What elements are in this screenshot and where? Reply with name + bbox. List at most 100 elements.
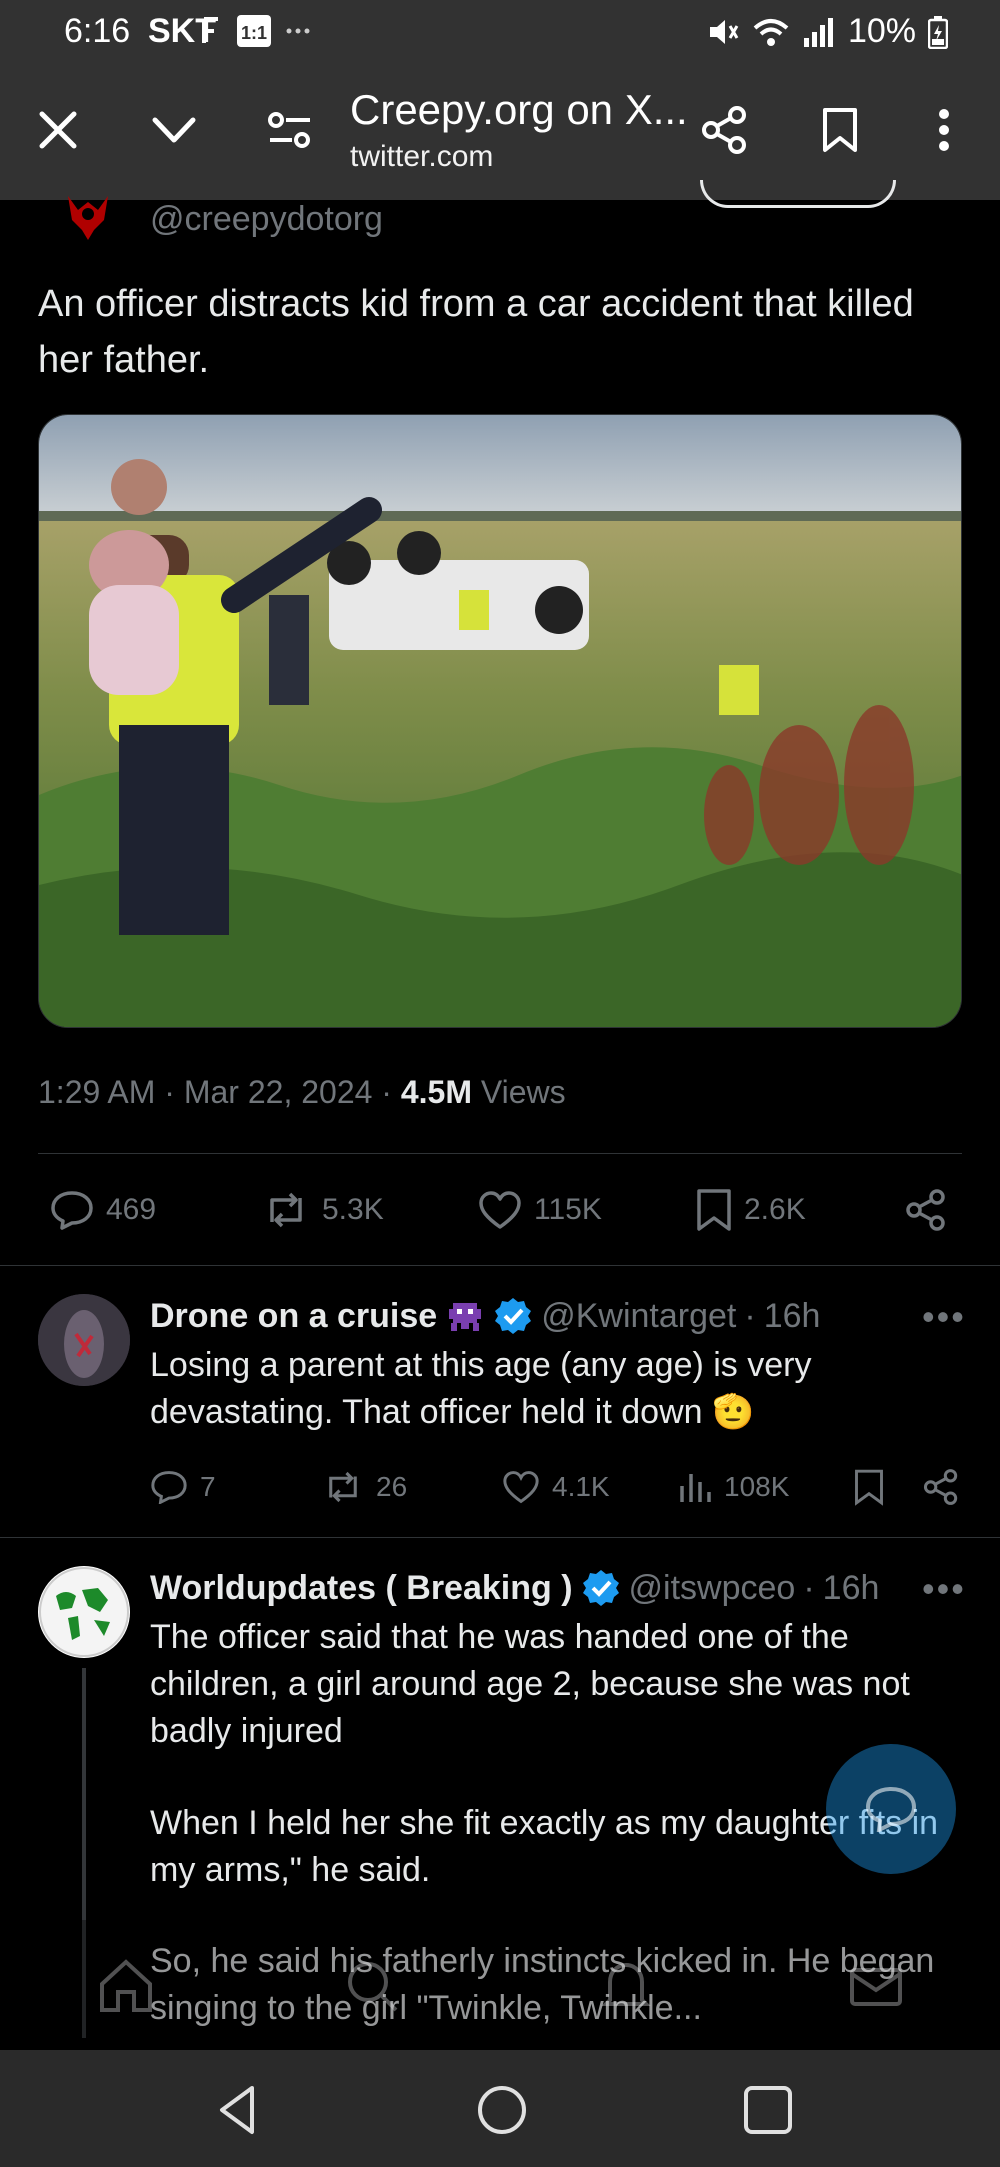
reply-age[interactable]: 16h xyxy=(764,1297,821,1336)
globe-avatar-icon xyxy=(39,1567,129,1657)
share-icon xyxy=(923,1469,958,1505)
close-icon xyxy=(39,111,77,149)
alien-emoji-icon xyxy=(449,1303,482,1331)
reply-author-name[interactable]: Worldupdates ( Breaking ) xyxy=(150,1569,573,1608)
messages-icon[interactable] xyxy=(846,1956,906,2016)
reply-actions: 7 26 4.1K 108K xyxy=(0,1462,1000,1512)
tweet-photo[interactable] xyxy=(38,414,962,1028)
reply-icon xyxy=(151,1471,187,1504)
divider xyxy=(0,1537,1000,1538)
bookmark-icon xyxy=(855,1469,883,1506)
minimize-button[interactable] xyxy=(142,98,206,162)
status-bar: 6:16 SKT 1:1 10% xyxy=(0,0,1000,64)
repost-count: 5.3K xyxy=(322,1193,384,1226)
creepy-logo-icon xyxy=(68,196,108,240)
wifi-icon xyxy=(753,18,789,46)
tweet-actions: 469 5.3K 115K 2.6K xyxy=(0,1180,1000,1240)
divider xyxy=(38,1153,962,1154)
verified-badge-icon xyxy=(582,1570,619,1606)
system-navigation-bar xyxy=(0,2050,1000,2167)
reply-author-handle[interactable]: @itswpceo xyxy=(629,1569,796,1608)
like-count: 115K xyxy=(534,1193,602,1226)
share-icon xyxy=(702,106,746,154)
bookmark-button[interactable]: 2.6K xyxy=(696,1188,806,1232)
repost-button[interactable]: 5.3K xyxy=(262,1192,384,1228)
page-domain: twitter.com xyxy=(350,140,494,173)
reply-author-name[interactable]: Drone on a cruise xyxy=(150,1297,437,1336)
more-vertical-icon xyxy=(939,109,949,151)
app-notification-icon: 1:1 xyxy=(237,15,271,47)
share-icon xyxy=(906,1189,945,1231)
chat-bubble-icon xyxy=(865,1786,917,1832)
reply-age[interactable]: 16h xyxy=(823,1569,880,1608)
meta-separator: · xyxy=(164,1074,184,1110)
reply-count: 7 xyxy=(200,1471,216,1502)
verified-badge-icon xyxy=(495,1298,532,1334)
tweet-time[interactable]: 1:29 AM xyxy=(38,1074,155,1110)
svg-text:1:1: 1:1 xyxy=(241,23,267,43)
reply-header: Worldupdates ( Breaking ) @itswpceo · 16… xyxy=(150,1568,879,1608)
view-count: 108K xyxy=(724,1471,790,1502)
bookmark-page-button[interactable] xyxy=(808,98,872,162)
tweet-text: An officer distracts kid from a car acci… xyxy=(38,283,914,381)
bottom-tab-bar xyxy=(0,1920,1000,2050)
reply-icon xyxy=(51,1191,93,1230)
reply-text-paragraph: The officer said that he was handed one … xyxy=(150,1618,910,1750)
reply-more-button[interactable]: ••• xyxy=(922,1568,966,1610)
reply-button[interactable]: 7 xyxy=(150,1470,216,1504)
signal-icon xyxy=(803,17,833,47)
battery-percent: 10% xyxy=(847,12,916,50)
divider xyxy=(0,1265,1000,1266)
reply-count: 469 xyxy=(106,1193,157,1226)
share-button[interactable] xyxy=(692,98,756,162)
reply-author-handle[interactable]: @Kwintarget xyxy=(541,1297,736,1336)
avatar[interactable] xyxy=(38,1566,130,1658)
reply-button[interactable]: 469 xyxy=(50,1190,156,1230)
home-icon[interactable] xyxy=(96,1956,156,2016)
page-title: Creepy.org on X... xyxy=(350,86,688,133)
like-button[interactable]: 4.1K xyxy=(502,1470,610,1504)
search-icon[interactable] xyxy=(342,1956,402,2016)
battery-icon xyxy=(928,15,948,49)
analytics-icon xyxy=(680,1474,711,1502)
status-time: 6:16 xyxy=(64,12,131,50)
reply-separator: · xyxy=(803,1568,815,1607)
tune-icon xyxy=(268,112,310,148)
bookmark-button[interactable] xyxy=(854,1468,884,1506)
recents-icon[interactable] xyxy=(738,2080,798,2140)
notifications-icon[interactable] xyxy=(596,1956,656,2016)
close-tab-button[interactable] xyxy=(26,98,90,162)
browser-menu-button[interactable] xyxy=(912,98,976,162)
like-button[interactable]: 115K xyxy=(478,1190,602,1230)
home-button-icon[interactable] xyxy=(472,2080,532,2140)
views-label: Views xyxy=(480,1074,566,1110)
bookmark-icon xyxy=(823,108,857,152)
follow-button[interactable] xyxy=(700,180,896,208)
reply-header: Drone on a cruise @Kwintarget · 16h xyxy=(150,1296,820,1336)
status-left-icons: 1:1 xyxy=(200,14,310,48)
repost-button[interactable]: 26 xyxy=(322,1471,407,1503)
repost-icon xyxy=(270,1192,302,1228)
repost-count: 26 xyxy=(376,1471,408,1502)
more-notifications-icon xyxy=(286,28,310,34)
repost-icon xyxy=(329,1471,357,1503)
share-tweet-button[interactable] xyxy=(922,1468,960,1506)
compose-button[interactable] xyxy=(826,1744,956,1874)
avatar-image xyxy=(38,1294,130,1386)
views-button[interactable]: 108K xyxy=(678,1470,789,1504)
accident-scene-image xyxy=(39,415,961,1027)
mute-icon xyxy=(709,19,739,44)
site-settings-button[interactable] xyxy=(258,98,322,162)
heart-icon xyxy=(479,1191,521,1229)
reply-separator: · xyxy=(744,1296,756,1335)
tweet-author-handle[interactable]: @creepydotorg xyxy=(150,200,383,239)
share-tweet-button[interactable] xyxy=(904,1188,948,1232)
bookmark-icon xyxy=(697,1189,731,1231)
avatar[interactable] xyxy=(38,1294,130,1386)
back-icon[interactable] xyxy=(208,2080,268,2140)
reply-more-button[interactable]: ••• xyxy=(922,1296,966,1338)
tweet-date[interactable]: Mar 22, 2024 xyxy=(184,1074,373,1110)
heart-icon xyxy=(503,1471,539,1504)
browser-toolbar: 6:16 SKT 1:1 10% Creepy.org on X... twit… xyxy=(0,0,1000,200)
status-right-icons: 10% xyxy=(706,12,948,51)
